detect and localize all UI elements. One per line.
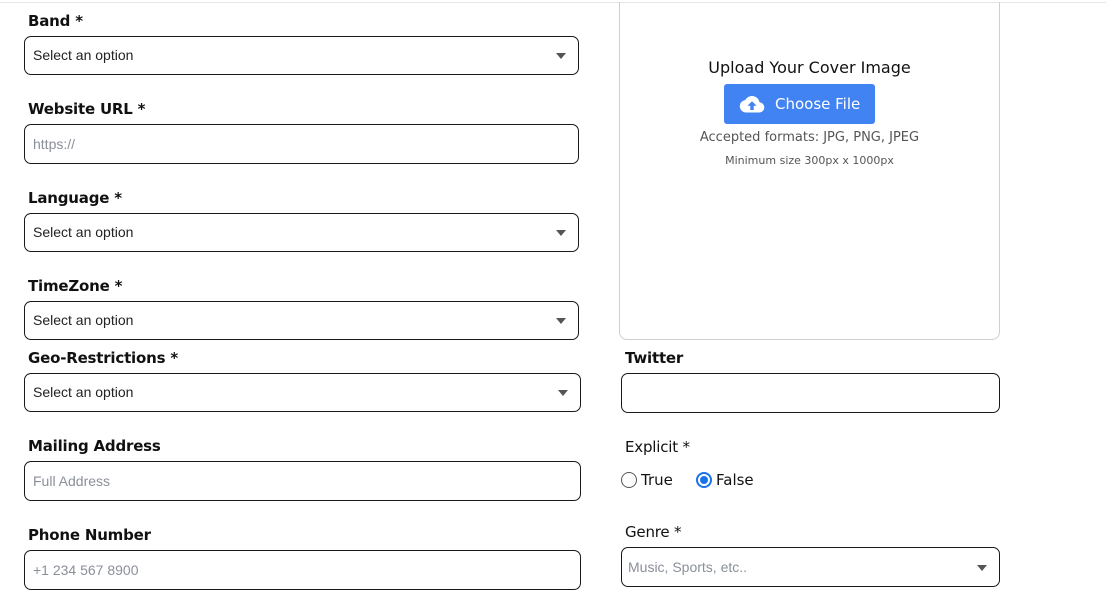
explicit-label: Explicit * [625,438,690,456]
phone-number-label: Phone Number [28,526,151,544]
explicit-false-radio[interactable] [696,472,712,488]
minimum-size-text: Minimum size 300px x 1000px [725,154,894,167]
genre-select[interactable]: Music, Sports, etc.. [621,547,1000,587]
twitter-label: Twitter [625,349,684,367]
chevron-down-icon [556,230,566,236]
chevron-down-icon [558,390,568,396]
phone-number-input[interactable]: +1 234 567 8900 [24,550,581,590]
website-url-placeholder: https:// [33,136,76,152]
band-select-value: Select an option [33,47,134,63]
language-label: Language * [28,189,122,207]
chevron-down-icon [977,565,987,571]
explicit-true-radio[interactable] [621,472,637,488]
geo-restrictions-select[interactable]: Select an option [24,373,581,412]
twitter-input[interactable] [621,373,1000,413]
geo-restrictions-label: Geo-Restrictions * [28,349,178,367]
website-url-label: Website URL * [28,100,146,118]
chevron-down-icon [556,318,566,324]
band-label: Band * [28,12,83,30]
upload-title: Upload Your Cover Image [708,58,911,77]
mailing-address-input[interactable]: Full Address [24,461,581,501]
choose-file-button[interactable]: Choose File [724,84,875,124]
explicit-false-label[interactable]: False [716,471,754,489]
cover-image-upload-area: Upload Your Cover Image Choose File Acce… [619,2,1000,340]
mailing-address-label: Mailing Address [28,437,161,455]
genre-label: Genre * [625,523,682,541]
mailing-address-placeholder: Full Address [33,473,111,489]
chevron-down-icon [556,53,566,59]
phone-number-placeholder: +1 234 567 8900 [33,562,139,578]
genre-placeholder: Music, Sports, etc.. [628,559,748,575]
geo-restrictions-select-value: Select an option [33,384,134,400]
band-select[interactable]: Select an option [24,36,579,75]
timezone-select-value: Select an option [33,312,134,328]
choose-file-label: Choose File [775,95,861,113]
language-select-value: Select an option [33,224,134,240]
timezone-select[interactable]: Select an option [24,301,579,340]
explicit-true-label[interactable]: True [641,471,673,489]
language-select[interactable]: Select an option [24,213,579,252]
accepted-formats-text: Accepted formats: JPG, PNG, JPEG [699,130,920,145]
timezone-label: TimeZone * [28,277,123,295]
website-url-input[interactable]: https:// [24,124,579,164]
cloud-upload-icon [739,94,765,118]
